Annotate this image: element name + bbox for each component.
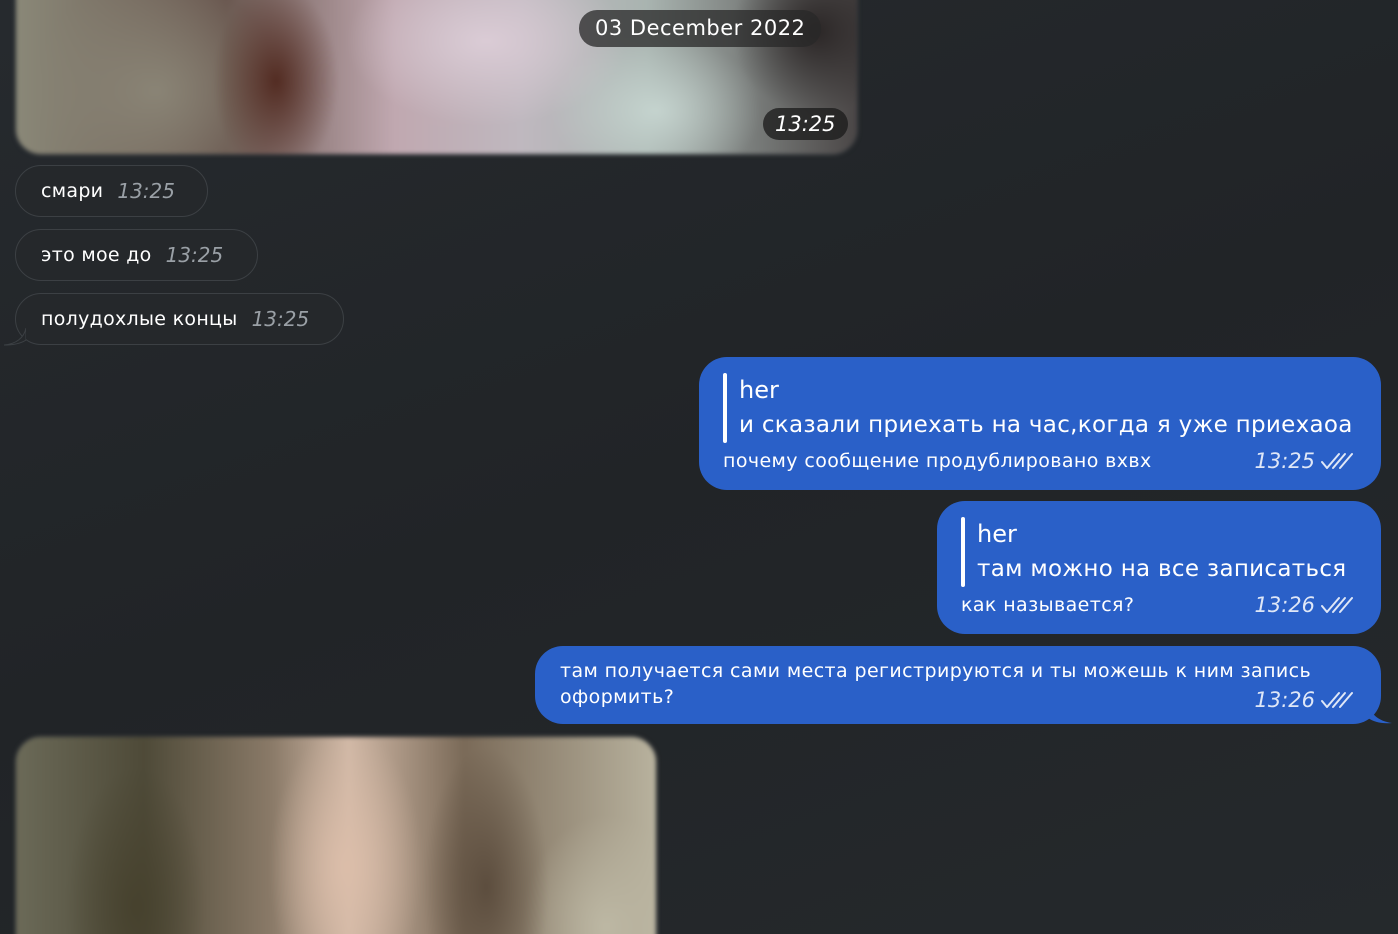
message-text: как называется? (961, 594, 1135, 616)
message-text: это мое до (41, 244, 152, 266)
message-time: 13:26 (1254, 593, 1315, 617)
outgoing-message[interactable]: там получается сами места регистрируются… (535, 646, 1381, 724)
reply-preview[interactable]: her и сказали приехать на час,когда я уж… (723, 373, 1357, 443)
reply-bar (961, 517, 965, 587)
incoming-message[interactable]: это мое до 13:25 (15, 229, 258, 281)
photo-timestamp: 13:25 (763, 108, 848, 140)
reply-author: her (739, 376, 779, 404)
chat-history[interactable]: 03 December 2022 13:25 смари 13:25 это м… (0, 0, 1398, 934)
photo-message-bottom[interactable] (15, 736, 657, 934)
double-check-icon (1321, 597, 1353, 613)
double-check-icon (1321, 692, 1353, 708)
message-time: 13:25 (117, 179, 175, 203)
bubble-tail-icon (4, 328, 26, 346)
message-text: полудохлые концы (41, 308, 238, 330)
reply-quote: и сказали приехать на час,когда я уже пр… (739, 412, 1353, 438)
bubble-tail-icon (1368, 702, 1392, 724)
incoming-message[interactable]: смари 13:25 (15, 165, 208, 217)
reply-quote: там можно на все записаться (977, 556, 1347, 582)
outgoing-message[interactable]: her там можно на все записаться как назы… (937, 501, 1381, 634)
message-text: почему сообщение продублировано вхвх (723, 450, 1152, 472)
message-time: 13:25 (251, 307, 310, 331)
message-time: 13:25 (1254, 449, 1315, 473)
message-time: 13:26 (1254, 688, 1315, 712)
incoming-message[interactable]: полудохлые концы 13:25 (15, 293, 344, 345)
double-check-icon (1321, 453, 1353, 469)
message-time: 13:25 (165, 243, 224, 267)
message-text: там получается сами места регистрируются… (560, 660, 1312, 708)
reply-preview[interactable]: her там можно на все записаться (961, 517, 1357, 587)
message-text: смари (41, 180, 104, 202)
reply-author: her (977, 520, 1017, 548)
date-separator: 03 December 2022 (579, 10, 822, 47)
reply-bar (723, 373, 727, 443)
outgoing-message[interactable]: her и сказали приехать на час,когда я уж… (699, 357, 1381, 490)
